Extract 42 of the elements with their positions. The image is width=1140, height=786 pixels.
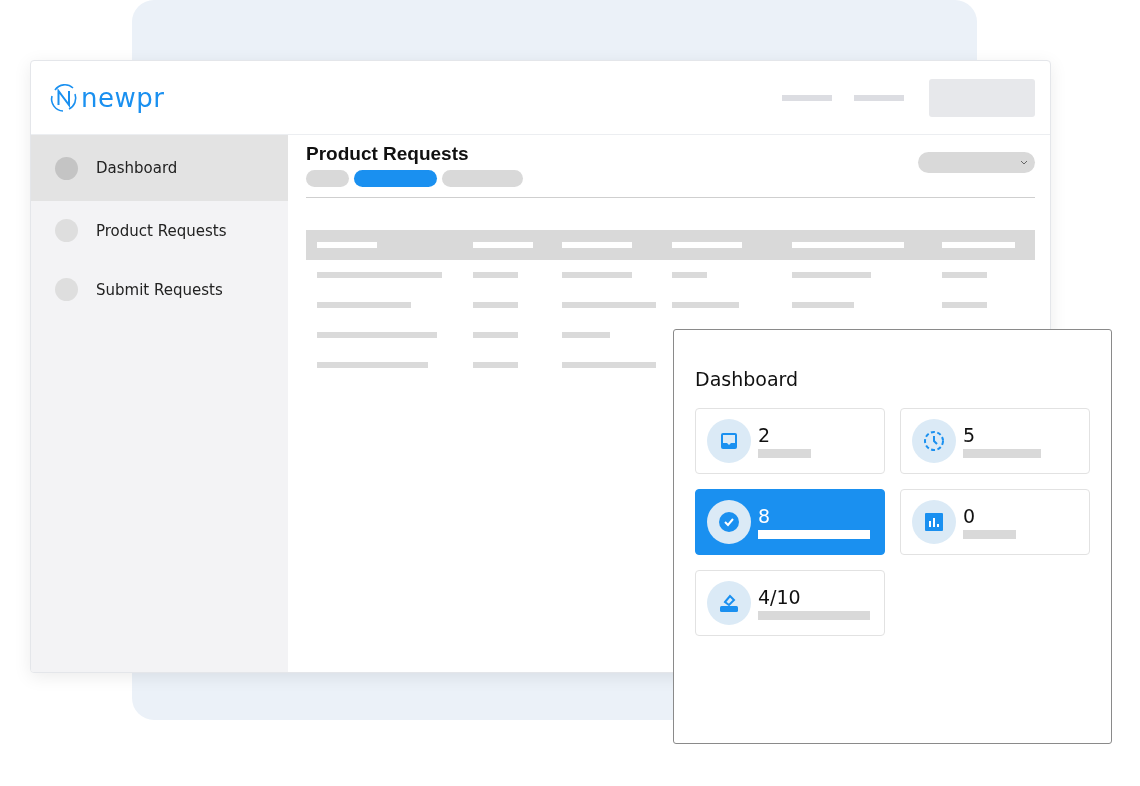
header-button-placeholder[interactable] — [929, 78, 1035, 117]
text-placeholder-bar — [473, 332, 518, 338]
tab-placeholder[interactable] — [442, 170, 523, 187]
stat-value: 0 — [963, 505, 977, 527]
logo-icon — [49, 81, 79, 114]
stat-card[interactable]: 2 — [695, 408, 885, 474]
circle-icon — [55, 156, 78, 180]
bar-chart-icon — [925, 513, 943, 531]
text-placeholder-bar — [562, 332, 610, 338]
sidebar-item[interactable]: Product Requests — [31, 201, 288, 260]
stat-value: 4/10 — [758, 586, 802, 608]
tab-placeholder[interactable] — [306, 170, 349, 187]
sidebar-item[interactable]: Dashboard — [31, 135, 288, 201]
text-placeholder-bar — [672, 272, 707, 278]
stamp-icon — [719, 593, 739, 613]
text-placeholder-bar — [942, 302, 987, 308]
check-circle-icon — [719, 512, 739, 532]
stat-card[interactable]: 5 — [900, 408, 1090, 474]
stat-value: 2 — [758, 424, 772, 446]
text-placeholder-bar — [758, 449, 811, 458]
text-placeholder-bar — [473, 272, 518, 278]
tab-placeholder[interactable] — [354, 170, 437, 187]
panel-title: Dashboard — [695, 368, 800, 390]
text-placeholder-bar — [672, 302, 739, 308]
stat-card[interactable]: 0 — [900, 489, 1090, 555]
text-placeholder-bar — [562, 272, 632, 278]
text-placeholder-bar — [473, 362, 518, 368]
tray-icon — [720, 432, 738, 450]
text-placeholder-bar — [942, 272, 987, 278]
stat-card[interactable]: 4/10 — [695, 570, 885, 636]
page-title: Product Requests — [306, 143, 470, 165]
text-placeholder-bar — [473, 302, 518, 308]
clock-icon — [923, 430, 945, 452]
stat-value: 5 — [963, 424, 977, 446]
stat-value: 8 — [758, 505, 772, 527]
dropdown-placeholder[interactable] — [918, 152, 1035, 173]
text-placeholder-bar — [963, 530, 1016, 539]
nav-placeholder[interactable] — [782, 94, 832, 101]
sidebar-item[interactable]: Submit Requests — [31, 260, 288, 319]
nav-placeholder[interactable] — [854, 94, 904, 101]
logo-text: newpr — [81, 82, 165, 113]
text-placeholder-bar — [792, 302, 854, 308]
